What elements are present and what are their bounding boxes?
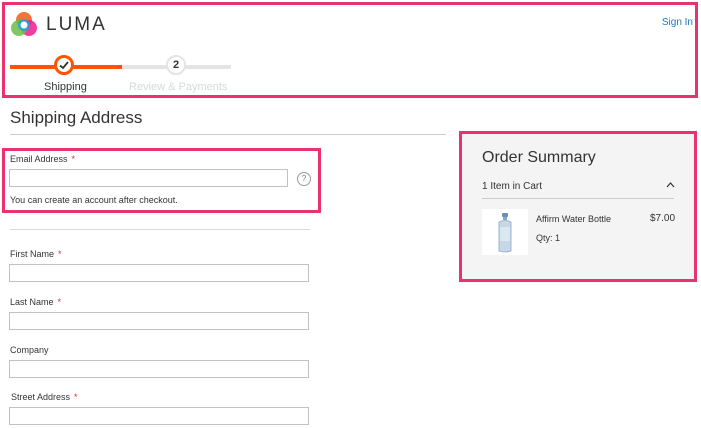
first-name-label: First Name * — [10, 249, 62, 259]
street-address-input[interactable] — [9, 407, 309, 425]
luma-logo[interactable]: LUMA — [10, 11, 107, 39]
last-name-input[interactable] — [9, 312, 309, 330]
required-mark: * — [58, 249, 62, 259]
email-input[interactable] — [9, 169, 288, 187]
question-circle-icon[interactable]: ? — [297, 172, 311, 186]
shipping-address-title: Shipping Address — [10, 108, 143, 127]
street-address-label: Street Address * — [11, 392, 78, 402]
luma-logo-icon — [11, 12, 37, 36]
section-divider — [10, 134, 446, 135]
step-shipping-label[interactable]: Shipping — [44, 81, 87, 93]
cart-count-toggle[interactable]: 1 Item in Cart — [482, 181, 542, 192]
sign-in-link[interactable]: Sign In — [662, 17, 693, 28]
item-name: Affirm Water Bottle — [536, 214, 612, 224]
email-note: You can create an account after checkout… — [10, 195, 178, 205]
item-qty: Qty: 1 — [536, 233, 561, 243]
summary-divider — [482, 198, 674, 199]
brand-name: LUMA — [46, 14, 107, 35]
checkout-progress: 2 Shipping Review & Payments — [10, 52, 231, 93]
step-review-label[interactable]: Review & Payments — [129, 81, 227, 93]
required-mark: * — [57, 297, 62, 307]
email-label: Email Address * — [10, 154, 76, 164]
product-thumbnail[interactable] — [482, 209, 528, 255]
order-summary: Order Summary 1 Item in Cart Affirm Wate… — [462, 134, 694, 279]
required-mark: * — [74, 392, 78, 402]
chevron-up-icon[interactable] — [666, 181, 675, 189]
item-price: $7.00 — [650, 213, 676, 224]
company-input[interactable] — [9, 360, 309, 378]
step-review-circle[interactable]: 2 — [166, 55, 186, 75]
last-name-label: Last Name * — [10, 297, 62, 307]
step-shipping-circle[interactable] — [54, 55, 74, 75]
required-mark: * — [71, 154, 76, 164]
water-bottle-image — [498, 213, 512, 253]
checkmark-icon — [59, 61, 69, 70]
order-summary-title: Order Summary — [482, 149, 596, 166]
first-name-input[interactable] — [9, 264, 309, 282]
company-label: Company — [10, 345, 49, 355]
form-divider — [10, 229, 310, 230]
